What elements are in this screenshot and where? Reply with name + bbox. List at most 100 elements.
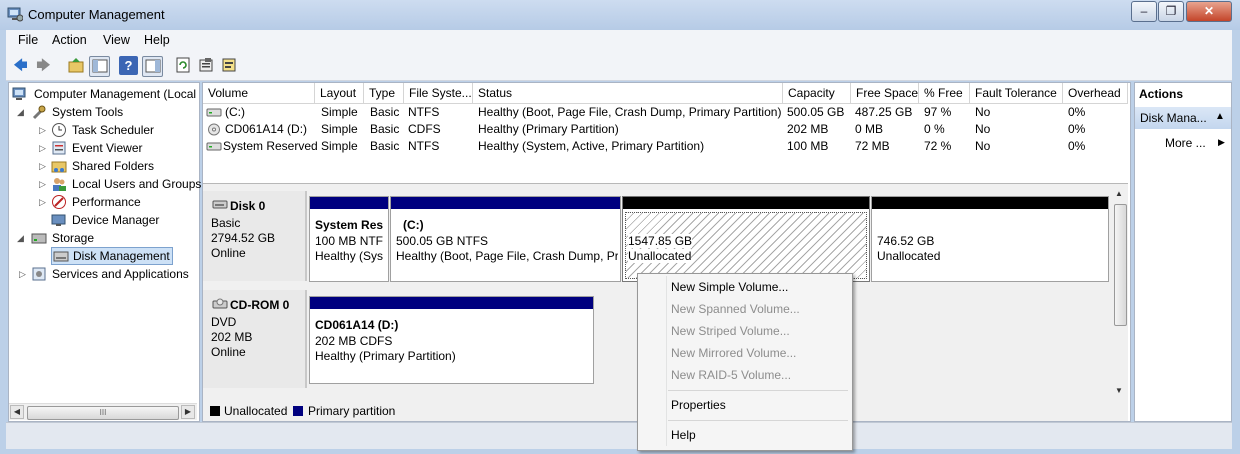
unallocated-region-2[interactable]: 746.52 GB Unallocated [871, 196, 1109, 282]
expand-arrow-icon[interactable]: ▷ [39, 179, 46, 190]
column-header-percent-free[interactable]: % Free [919, 83, 970, 103]
volume-status: Healthy (System, Active, Primary Partiti… [478, 139, 705, 153]
collapse-up-arrow-icon[interactable]: ▲ [1215, 111, 1225, 122]
refresh-icon[interactable] [173, 56, 192, 75]
menu-new-raid5-volume: New RAID-5 Volume... [671, 368, 792, 382]
partition-status: Healthy (Primary Partition) [315, 349, 456, 363]
volume-list-header: Volume Layout Type File Syste... Status … [203, 83, 1128, 104]
up-folder-icon[interactable] [66, 56, 85, 75]
disk-management-icon [53, 251, 69, 262]
volume-status: Healthy (Boot, Page File, Crash Dump, Pr… [478, 105, 782, 119]
menu-properties[interactable]: Properties [671, 398, 726, 412]
column-header-type[interactable]: Type [364, 83, 404, 103]
scroll-up-arrow-icon[interactable]: ▲ [1112, 188, 1126, 202]
unallocated-bar [872, 197, 1108, 209]
disk-0-name: Disk 0 [230, 199, 266, 213]
column-header-overhead[interactable]: Overhead [1063, 83, 1128, 103]
submenu-arrow-icon: ▶ [1218, 137, 1225, 147]
vertical-scroll-thumb[interactable] [1114, 204, 1127, 326]
scroll-left-arrow-icon[interactable]: ◀ [10, 405, 24, 419]
properties-icon[interactable] [196, 56, 215, 75]
column-header-free-space[interactable]: Free Space [851, 83, 919, 103]
volume-layout: Simple [321, 105, 358, 119]
column-header-fault-tolerance[interactable]: Fault Tolerance [970, 83, 1063, 103]
cdrom-0-type: DVD [211, 315, 237, 329]
actions-section-disk-management[interactable]: Disk Mana... ▲ [1135, 107, 1231, 129]
disk-settings-icon[interactable] [219, 56, 238, 75]
tree-label-shared-folders: Shared Folders [72, 159, 155, 173]
volume-file-system: CDFS [408, 122, 441, 136]
cd-drive-icon [212, 298, 228, 309]
menu-help[interactable]: Help [144, 33, 170, 47]
menu-help-item[interactable]: Help [671, 428, 696, 442]
cdrom-0-label[interactable]: CD-ROM 0 DVD 202 MB Online [203, 290, 307, 388]
column-header-volume[interactable]: Volume [203, 83, 315, 103]
status-bar [6, 422, 1232, 449]
graphical-view-vertical-scrollbar[interactable]: ▲ ▼ [1112, 188, 1127, 400]
help-icon[interactable]: ? [119, 56, 138, 75]
show-hide-tree-icon[interactable] [89, 56, 110, 77]
expand-arrow-icon[interactable]: ▷ [39, 161, 46, 172]
volume-row[interactable]: System Reserved Simple Basic NTFS Health… [203, 138, 1128, 155]
menu-action[interactable]: Action [52, 33, 87, 47]
partition-size: 500.05 GB NTFS [396, 234, 489, 248]
tree-label-local-users: Local Users and Groups [72, 177, 202, 191]
shared-folder-icon [51, 161, 67, 173]
tree-item-disk-management[interactable]: Disk Management [51, 247, 173, 265]
cd-drive-icon [208, 123, 220, 136]
volume-capacity: 202 MB [787, 122, 829, 136]
menu-file[interactable]: File [18, 33, 38, 47]
context-menu-gutter [666, 276, 667, 446]
cdrom-0-state: Online [211, 345, 246, 359]
collapse-arrow-icon[interactable]: ◢ [17, 107, 24, 118]
close-button[interactable]: ✕ [1186, 1, 1232, 22]
unallocated-bar [623, 197, 869, 209]
volume-row[interactable]: (C:) Simple Basic NTFS Healthy (Boot, Pa… [203, 104, 1128, 121]
volume-capacity: 100 MB [787, 139, 829, 153]
unallocated-label: Unallocated [877, 249, 941, 263]
maximize-button[interactable]: ❐ [1158, 1, 1184, 22]
volume-overhead: 0% [1068, 122, 1086, 136]
volume-file-system: NTFS [408, 105, 440, 119]
menu-view[interactable]: View [103, 33, 130, 47]
primary-partition-bar [310, 297, 593, 309]
scroll-right-arrow-icon[interactable]: ▶ [181, 405, 195, 419]
device-manager-icon [51, 214, 66, 226]
actions-more[interactable]: More ... ▶ [1135, 133, 1231, 151]
menu-new-simple-volume[interactable]: New Simple Volume... [671, 280, 788, 294]
volume-name: (C:) [225, 105, 245, 119]
back-arrow-icon[interactable]: 🡄 [11, 56, 30, 75]
collapse-arrow-icon[interactable]: ◢ [17, 233, 24, 244]
column-header-capacity[interactable]: Capacity [783, 83, 851, 103]
partition-system-reserved[interactable]: System Res 100 MB NTF Healthy (Sys [309, 196, 389, 282]
volume-row[interactable]: CD061A14 (D:) Simple Basic CDFS Healthy … [203, 121, 1128, 138]
volume-type: Basic [370, 105, 400, 119]
partition-c-drive[interactable]: (C:) 500.05 GB NTFS Healthy (Boot, Page … [390, 196, 621, 282]
volume-fault-tolerance: No [975, 122, 991, 136]
services-icon [32, 267, 46, 281]
expand-arrow-icon[interactable]: ▷ [39, 197, 46, 208]
unallocated-region-1[interactable]: 1547.85 GB Unallocated [622, 196, 870, 282]
tree-label-task-scheduler: Task Scheduler [72, 123, 155, 137]
show-hide-action-pane-icon[interactable] [142, 56, 163, 77]
partition-title: (C:) [403, 218, 424, 232]
tree-horizontal-scrollbar[interactable]: ◀ III ▶ [9, 403, 197, 420]
expand-arrow-icon[interactable]: ▷ [39, 125, 46, 136]
scroll-down-arrow-icon[interactable]: ▼ [1112, 385, 1126, 399]
expand-arrow-icon[interactable]: ▷ [39, 143, 46, 154]
disk-0-type: Basic [211, 216, 241, 230]
partition-size: 100 MB NTF [315, 234, 384, 248]
disk-0-label[interactable]: Disk 0 Basic 2794.52 GB Online [203, 191, 307, 281]
toolbar: 🡄 🡆 ? [6, 52, 1232, 81]
volume-free-space: 0 MB [855, 122, 884, 136]
volume-status: Healthy (Primary Partition) [478, 122, 619, 136]
minimize-button[interactable]: ‒ [1131, 1, 1157, 22]
column-header-layout[interactable]: Layout [315, 83, 364, 103]
column-header-status[interactable]: Status [473, 83, 783, 103]
partition-cd-drive[interactable]: CD061A14 (D:) 202 MB CDFS Healthy (Prima… [309, 296, 594, 384]
menu-new-striped-volume: New Striped Volume... [671, 324, 790, 338]
column-header-file-system[interactable]: File Syste... [404, 83, 473, 103]
forward-arrow-icon[interactable]: 🡆 [34, 56, 53, 75]
tree-scroll-thumb[interactable]: III [27, 406, 179, 420]
expand-arrow-icon[interactable]: ▷ [19, 269, 26, 280]
